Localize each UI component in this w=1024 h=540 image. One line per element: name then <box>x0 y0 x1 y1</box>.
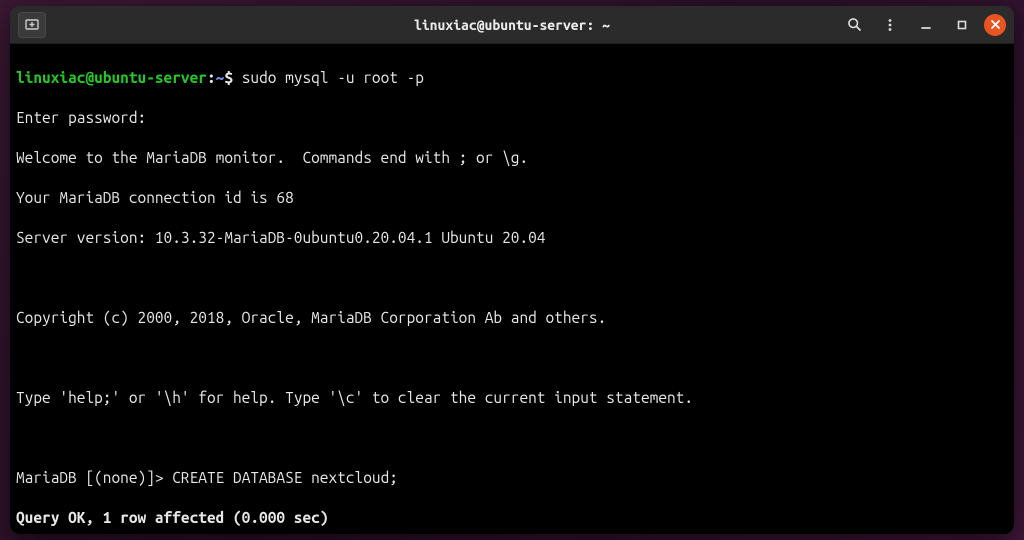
output-line: Enter password: <box>16 108 1008 128</box>
command-1: sudo mysql -u root -p <box>233 69 424 86</box>
query-result: Query OK, 1 row affected (0.000 sec) <box>16 508 1008 528</box>
terminal-body[interactable]: linuxiac@ubuntu-server:~$ sudo mysql -u … <box>10 44 1014 534</box>
blank-line <box>16 268 1008 288</box>
search-button[interactable] <box>840 12 868 38</box>
close-button[interactable] <box>984 14 1006 36</box>
output-line: Welcome to the MariaDB monitor. Commands… <box>16 148 1008 168</box>
menu-button[interactable] <box>876 12 904 38</box>
prompt-host: linuxiac@ubuntu-server <box>16 69 207 86</box>
blank-line <box>16 428 1008 448</box>
output-line: Type 'help;' or '\h' for help. Type '\c'… <box>16 388 1008 408</box>
sql-query-1: CREATE DATABASE nextcloud; <box>172 469 398 486</box>
minimize-button[interactable] <box>912 12 940 38</box>
new-tab-button[interactable] <box>18 12 46 38</box>
mariadb-prompt: MariaDB [(none)]> <box>16 469 172 486</box>
window-title: linuxiac@ubuntu-server: ~ <box>198 17 826 33</box>
terminal-window: linuxiac@ubuntu-server: ~ linuxiac@ubunt… <box>10 6 1014 534</box>
output-line: Server version: 10.3.32-MariaDB-0ubuntu0… <box>16 228 1008 248</box>
maximize-button[interactable] <box>948 12 976 38</box>
titlebar: linuxiac@ubuntu-server: ~ <box>10 6 1014 44</box>
output-line: Your MariaDB connection id is 68 <box>16 188 1008 208</box>
blank-line <box>16 348 1008 368</box>
output-line: Copyright (c) 2000, 2018, Oracle, MariaD… <box>16 308 1008 328</box>
